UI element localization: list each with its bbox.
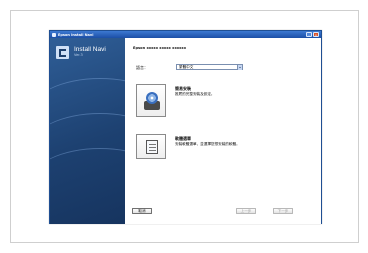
chevron-down-icon[interactable] bbox=[237, 65, 242, 70]
close-button[interactable]: × bbox=[313, 32, 319, 37]
decor-swoosh bbox=[50, 148, 125, 218]
title-bar: Epson Install Navi – × bbox=[50, 31, 321, 38]
easy-install-description: 推薦的完整安裝及設定。 bbox=[175, 92, 215, 96]
easy-install-button[interactable] bbox=[136, 84, 166, 117]
install-navi-window: Epson Install Navi – × Install Navi Ver.… bbox=[49, 30, 322, 224]
next-button[interactable]: 下一步 bbox=[273, 208, 293, 214]
app-icon bbox=[52, 32, 56, 37]
software-list-description: 安裝軟體選單，並選擇您想安裝的軟體。 bbox=[175, 142, 240, 146]
software-list-icon bbox=[146, 140, 158, 154]
minimize-button[interactable]: – bbox=[306, 32, 312, 37]
sidebar-title: Install Navi bbox=[74, 46, 106, 53]
language-selected-value: 繁體中文 bbox=[179, 64, 194, 69]
software-list-button[interactable] bbox=[136, 134, 166, 159]
sidebar-version: Ver.3 bbox=[74, 53, 83, 57]
cancel-button[interactable]: 取消 bbox=[132, 208, 152, 214]
window-controls: – × bbox=[306, 32, 319, 37]
install-navi-logo-icon bbox=[56, 46, 69, 59]
window-title: Epson Install Navi bbox=[58, 32, 94, 37]
back-button[interactable]: 上一步 bbox=[236, 208, 256, 214]
language-select[interactable]: 繁體中文 bbox=[176, 64, 243, 70]
install-disc-icon bbox=[144, 91, 160, 111]
main-content: Epson xxxxx xxxxx xxxxxx 語言： 繁體中文 簡易安裝 推… bbox=[125, 38, 321, 224]
sidebar: Install Navi Ver.3 bbox=[50, 38, 125, 224]
product-name: Epson xxxxx xxxxx xxxxxx bbox=[133, 46, 187, 50]
language-label: 語言： bbox=[136, 65, 148, 70]
